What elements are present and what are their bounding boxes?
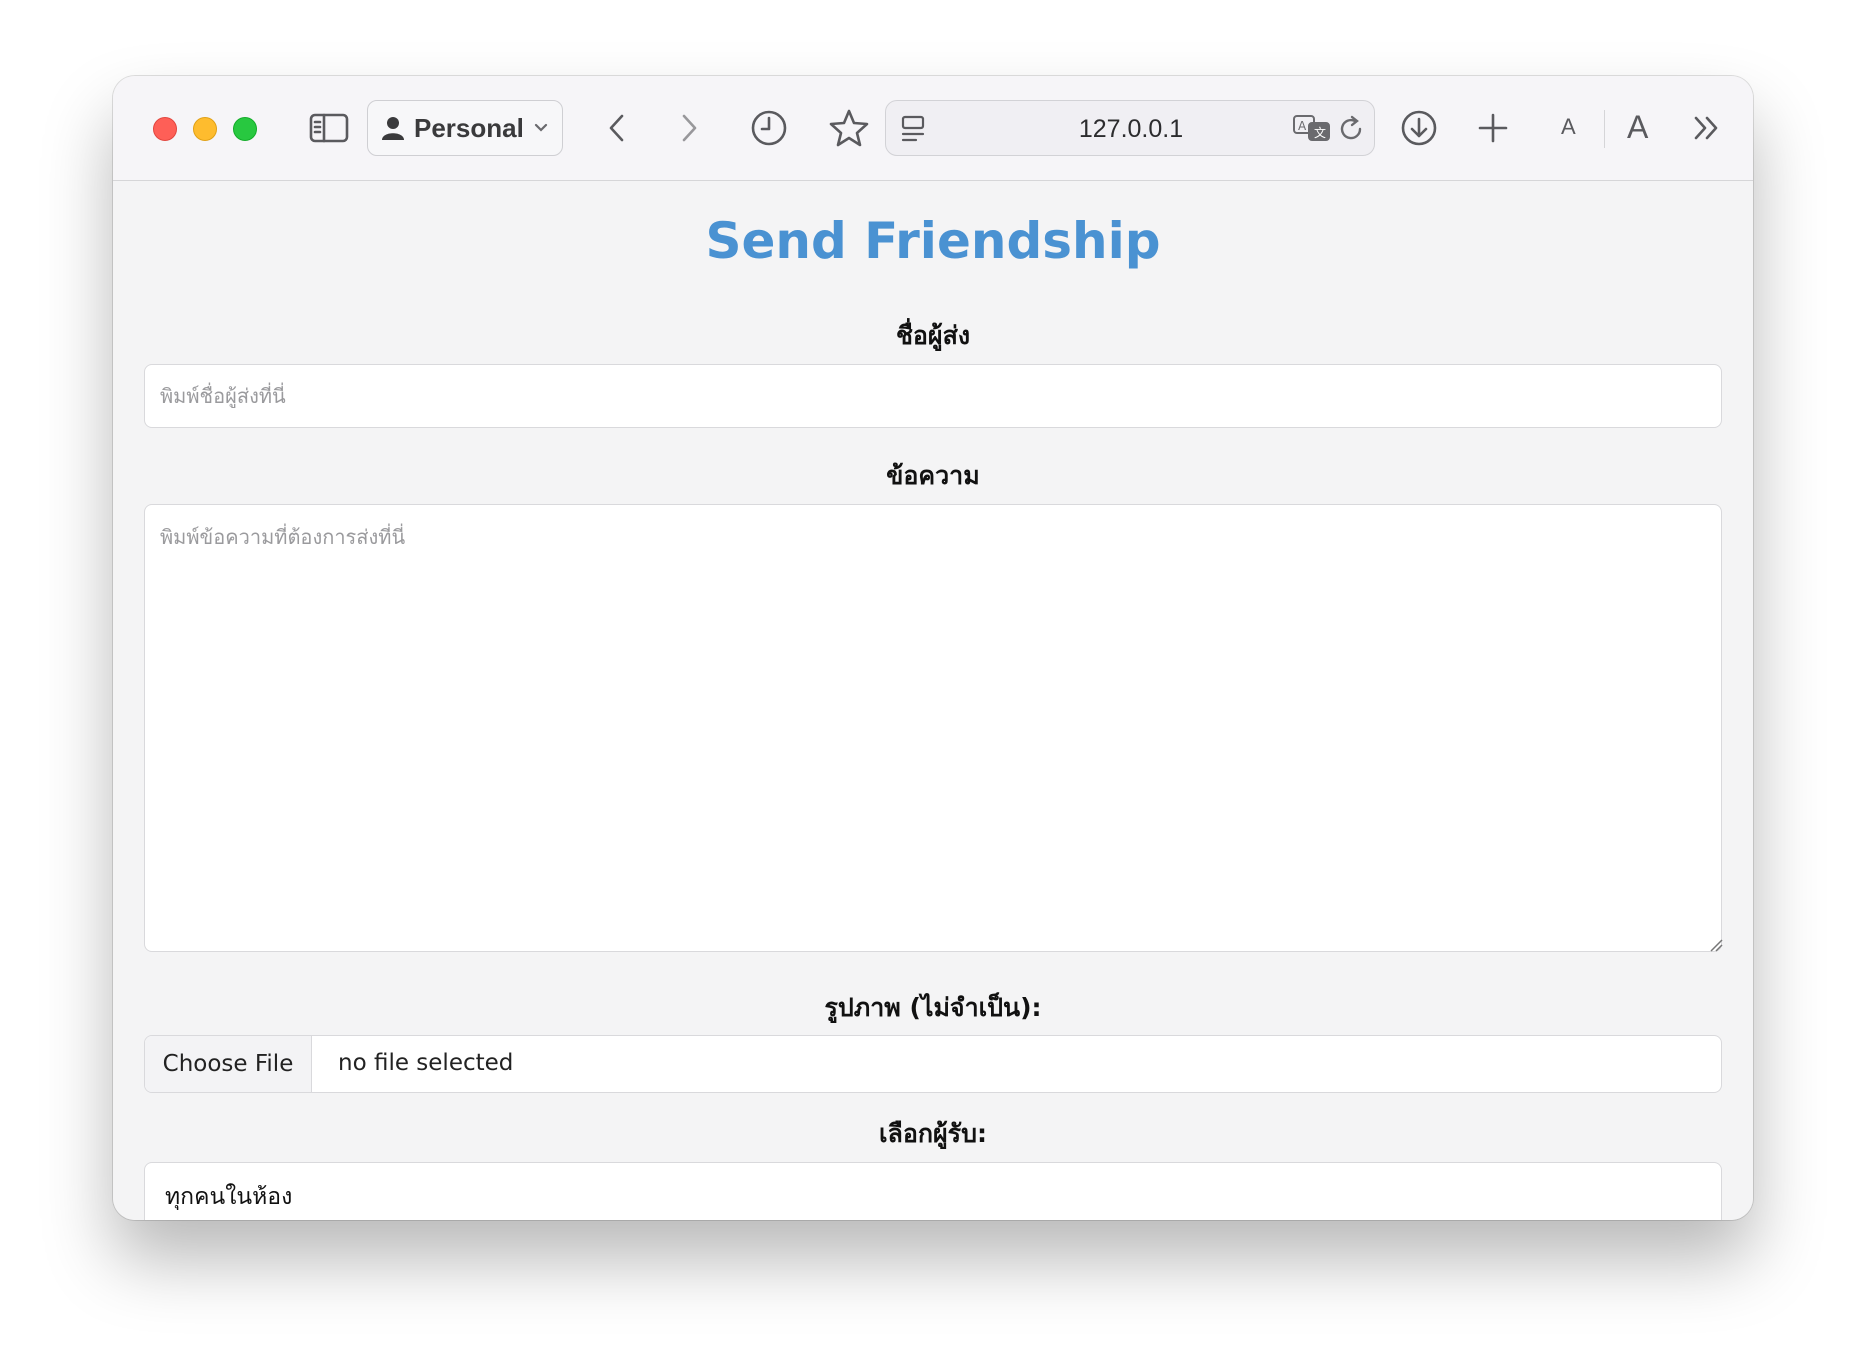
more-toolbar-icon[interactable] [1683,104,1731,152]
decrease-font-button[interactable]: A [1561,114,1576,140]
svg-text:文: 文 [1314,125,1326,140]
sidebar-toggle-icon[interactable] [305,104,353,152]
recipient-label: เลือกผู้รับ: [879,1119,987,1148]
file-status-text: no file selected [338,1050,514,1076]
sender-name-input[interactable] [144,364,1722,428]
recipient-option[interactable]: ทุกคนในห้อง [165,1179,292,1215]
bookmark-star-icon[interactable] [825,104,873,152]
reload-icon[interactable] [1338,114,1366,144]
file-input[interactable]: Choose File no file selected [144,1035,1722,1093]
chevron-down-icon [534,123,547,132]
resize-handle-icon[interactable] [1709,938,1723,952]
message-label: ข้อความ [886,461,980,490]
recipient-select[interactable]: ทุกคนในห้อง [144,1162,1722,1220]
chevron-left-icon [609,114,624,142]
choose-file-button[interactable]: Choose File [145,1036,312,1092]
page-content: Send Friendship ชื่อผู้ส่ง ข้อความ รูปภา… [113,182,1753,1220]
history-icon[interactable] [745,104,793,152]
profile-label: Personal [414,112,524,143]
message-textarea[interactable] [144,504,1722,952]
profile-selector[interactable]: Personal [367,100,563,156]
browser-toolbar: Personal 127.0.0.1 A文 A A [113,76,1753,181]
increase-font-button[interactable]: A [1627,109,1648,146]
image-label: รูปภาพ (ไม่จำเป็น): [824,993,1042,1022]
back-button[interactable] [593,104,641,152]
svg-text:A: A [1298,119,1307,133]
close-window-button[interactable] [153,117,177,141]
address-bar[interactable]: 127.0.0.1 A文 [885,100,1375,156]
downloads-icon[interactable] [1395,104,1443,152]
browser-window: Personal 127.0.0.1 A文 A A Send Friendshi… [113,76,1753,1220]
toolbar-divider [1604,110,1605,148]
forward-button[interactable] [665,104,713,152]
chevron-right-icon [682,114,697,142]
minimize-window-button[interactable] [193,117,217,141]
person-icon [382,117,404,140]
translate-icon[interactable]: A文 [1292,114,1332,144]
zoom-window-button[interactable] [233,117,257,141]
page-title: Send Friendship [705,212,1161,270]
sender-label: ชื่อผู้ส่ง [895,321,971,350]
new-tab-icon[interactable] [1469,104,1517,152]
